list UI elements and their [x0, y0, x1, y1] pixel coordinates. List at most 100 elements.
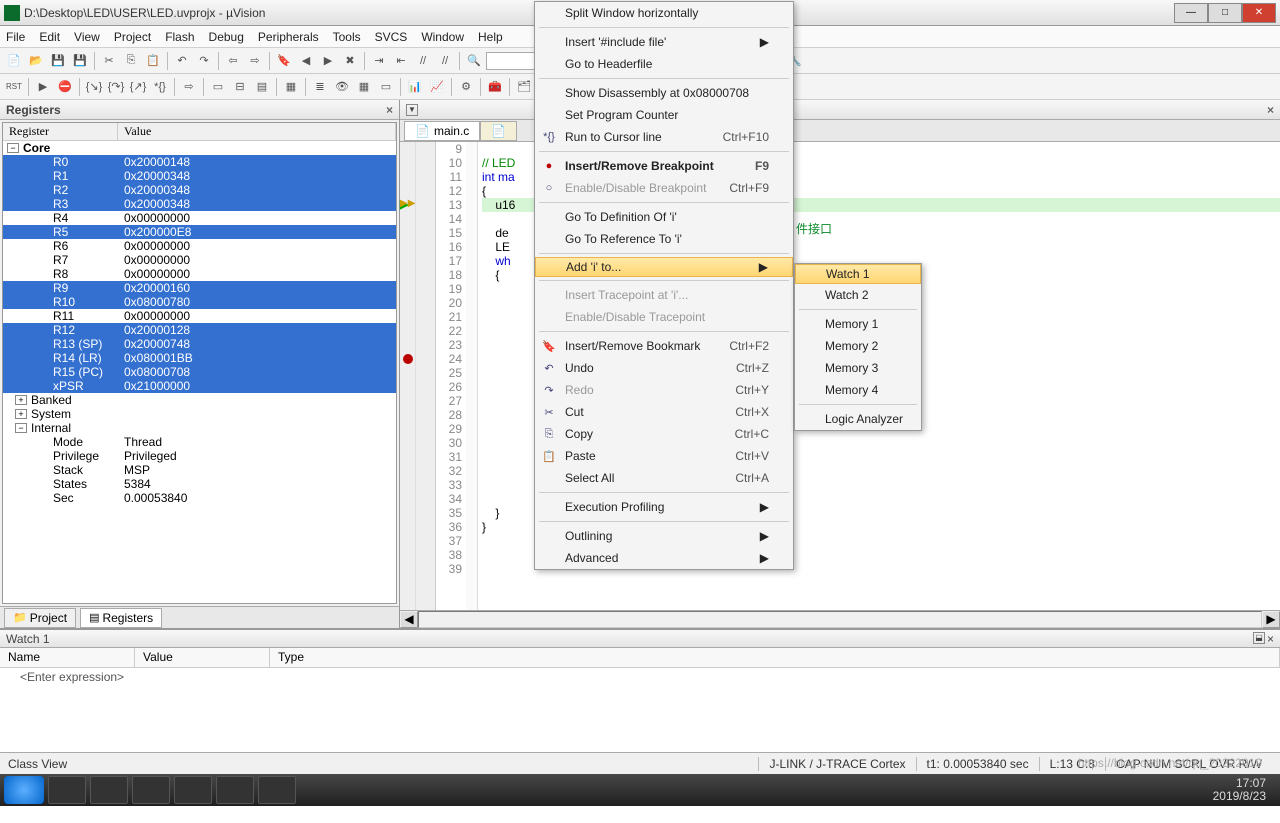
- menu-view[interactable]: View: [74, 30, 100, 44]
- register-row[interactable]: R70x00000000: [3, 253, 396, 267]
- run-cursor-icon[interactable]: *{}: [150, 77, 170, 97]
- bookmark-prev-icon[interactable]: ◀: [296, 51, 316, 71]
- update-windows-icon[interactable]: 🗂: [514, 77, 534, 97]
- register-row[interactable]: R80x00000000: [3, 267, 396, 281]
- register-row[interactable]: R90x20000160: [3, 281, 396, 295]
- menu-help[interactable]: Help: [478, 30, 503, 44]
- panel-close-icon[interactable]: ×: [386, 103, 393, 117]
- menu-item[interactable]: 📋PasteCtrl+V: [535, 445, 793, 467]
- menu-item[interactable]: Watch 2: [795, 284, 921, 306]
- register-row[interactable]: R13 (SP)0x20000748: [3, 337, 396, 351]
- minimize-button[interactable]: —: [1174, 3, 1208, 23]
- bookmark-icon[interactable]: 🔖: [274, 51, 294, 71]
- save-icon[interactable]: 💾: [48, 51, 68, 71]
- trace-window-icon[interactable]: 📈: [427, 77, 447, 97]
- nav-back-icon[interactable]: ⇦: [223, 51, 243, 71]
- menu-item[interactable]: Advanced▶: [535, 547, 793, 569]
- menu-item[interactable]: Execution Profiling▶: [535, 496, 793, 518]
- menu-item[interactable]: Outlining▶: [535, 525, 793, 547]
- watch-enter-expression[interactable]: <Enter expression>: [0, 668, 1280, 686]
- editor-scrollbar-h[interactable]: ◀▶: [400, 610, 1280, 628]
- copy-icon[interactable]: ⎘: [121, 51, 141, 71]
- step-in-icon[interactable]: {↘}: [84, 77, 104, 97]
- uncomment-icon[interactable]: //: [435, 51, 455, 71]
- project-tab[interactable]: 📁 Project: [4, 608, 76, 628]
- menu-window[interactable]: Window: [421, 30, 464, 44]
- register-row[interactable]: R30x20000348: [3, 197, 396, 211]
- cut-icon[interactable]: ✂: [99, 51, 119, 71]
- menu-peripherals[interactable]: Peripherals: [258, 30, 319, 44]
- register-row[interactable]: R100x08000780: [3, 295, 396, 309]
- menu-item[interactable]: ⎘CopyCtrl+C: [535, 423, 793, 445]
- indent-icon[interactable]: ⇥: [369, 51, 389, 71]
- register-row[interactable]: R110x00000000: [3, 309, 396, 323]
- register-row[interactable]: R40x00000000: [3, 211, 396, 225]
- tree-expand-icon[interactable]: +: [15, 395, 27, 405]
- menu-item[interactable]: ●Insert/Remove BreakpointF9: [535, 155, 793, 177]
- new-icon[interactable]: 📄: [4, 51, 24, 71]
- menu-item[interactable]: Logic Analyzer: [795, 408, 921, 430]
- show-next-icon[interactable]: ⇨: [179, 77, 199, 97]
- analyzer-window-icon[interactable]: 📊: [405, 77, 425, 97]
- reset-icon[interactable]: RST: [4, 77, 24, 97]
- register-row[interactable]: R20x20000348: [3, 183, 396, 197]
- menu-item[interactable]: Show Disassembly at 0x08000708: [535, 82, 793, 104]
- menu-item[interactable]: Memory 2: [795, 335, 921, 357]
- maximize-button[interactable]: □: [1208, 3, 1242, 23]
- menu-svcs[interactable]: SVCS: [375, 30, 408, 44]
- close-button[interactable]: ✕: [1242, 3, 1276, 23]
- system-viewer-icon[interactable]: ⚙: [456, 77, 476, 97]
- toolbox-icon[interactable]: 🧰: [485, 77, 505, 97]
- bookmark-clear-icon[interactable]: ✖: [340, 51, 360, 71]
- menu-tools[interactable]: Tools: [333, 30, 361, 44]
- save-all-icon[interactable]: 💾: [70, 51, 90, 71]
- step-out-icon[interactable]: {↗}: [128, 77, 148, 97]
- undo-icon[interactable]: ↶: [172, 51, 192, 71]
- file-tab-mainc[interactable]: 📄 main.c: [404, 121, 480, 141]
- register-row[interactable]: R10x20000348: [3, 169, 396, 183]
- tree-expand-icon[interactable]: +: [15, 409, 27, 419]
- register-row[interactable]: R00x20000148: [3, 155, 396, 169]
- menu-item[interactable]: Go To Definition Of 'i': [535, 206, 793, 228]
- registers-tab[interactable]: ▤ Registers: [80, 608, 162, 628]
- menu-flash[interactable]: Flash: [165, 30, 194, 44]
- register-row[interactable]: R14 (LR)0x080001BB: [3, 351, 396, 365]
- comment-icon[interactable]: //: [413, 51, 433, 71]
- paste-icon[interactable]: 📋: [143, 51, 163, 71]
- register-row[interactable]: R15 (PC)0x08000708: [3, 365, 396, 379]
- registers-window-icon[interactable]: ▦: [281, 77, 301, 97]
- tree-collapse-icon[interactable]: −: [15, 423, 27, 433]
- menu-item[interactable]: Set Program Counter: [535, 104, 793, 126]
- panel-close-icon[interactable]: ×: [1267, 103, 1274, 117]
- menu-item[interactable]: Memory 3: [795, 357, 921, 379]
- file-tab-other[interactable]: 📄: [480, 121, 517, 141]
- menu-item[interactable]: Memory 4: [795, 379, 921, 401]
- menu-project[interactable]: Project: [114, 30, 151, 44]
- panel-pin-icon[interactable]: ⬓: [1253, 632, 1265, 644]
- symbols-window-icon[interactable]: ▤: [252, 77, 272, 97]
- system-tray[interactable]: 17:07 2019/8/23: [1213, 777, 1276, 803]
- redo-icon[interactable]: ↷: [194, 51, 214, 71]
- menu-item[interactable]: Go to Headerfile: [535, 53, 793, 75]
- halt-icon[interactable]: ⛔: [55, 77, 75, 97]
- register-row[interactable]: R60x00000000: [3, 239, 396, 253]
- register-row[interactable]: R120x20000128: [3, 323, 396, 337]
- tree-collapse-icon[interactable]: −: [7, 143, 19, 153]
- register-row[interactable]: xPSR0x21000000: [3, 379, 396, 393]
- panel-close-icon[interactable]: ×: [1267, 632, 1274, 646]
- menu-item[interactable]: Select AllCtrl+A: [535, 467, 793, 489]
- register-row[interactable]: R50x200000E8: [3, 225, 396, 239]
- menu-item[interactable]: Insert '#include file'▶: [535, 31, 793, 53]
- watch-window-icon[interactable]: 👁: [332, 77, 352, 97]
- menu-item[interactable]: ↶UndoCtrl+Z: [535, 357, 793, 379]
- menu-item[interactable]: 🔖Insert/Remove BookmarkCtrl+F2: [535, 335, 793, 357]
- callstack-window-icon[interactable]: ≣: [310, 77, 330, 97]
- menu-item[interactable]: Add 'i' to...▶: [535, 257, 793, 277]
- menu-item[interactable]: ✂CutCtrl+X: [535, 401, 793, 423]
- menu-item[interactable]: Go To Reference To 'i': [535, 228, 793, 250]
- menu-item[interactable]: Split Window horizontally: [535, 2, 793, 24]
- open-icon[interactable]: 📂: [26, 51, 46, 71]
- menu-item[interactable]: Watch 1: [795, 264, 921, 284]
- step-over-icon[interactable]: {↷}: [106, 77, 126, 97]
- menu-edit[interactable]: Edit: [39, 30, 60, 44]
